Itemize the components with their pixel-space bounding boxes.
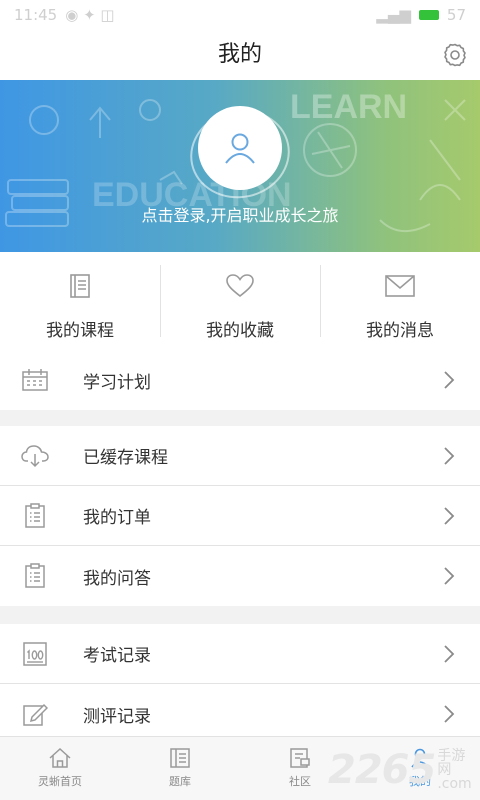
chevron-right-icon [444,447,455,465]
watermark-text: 手游网 .com [435,749,478,791]
calendar-icon [20,365,50,395]
menu-item-study-plan[interactable]: 学习计划 [0,350,480,410]
battery-icon [418,10,439,20]
chevron-right-icon [444,645,455,663]
watermark-number: 2265 [328,747,436,793]
menu-group-orders: 已缓存课程 我的订单 我的问答 [0,426,480,606]
envelope-icon [384,272,416,300]
menu-item-label: 我的问答 [83,568,151,589]
login-prompt[interactable]: 点击登录,开启职业成长之旅 [0,202,480,226]
score-100-icon [20,639,50,669]
watermark-sub2: .com [437,776,472,792]
notification-icons: ◉ ✦ ◫ [65,6,115,24]
page-header: 我的 [0,30,480,80]
tab-label: 社区 [289,775,311,788]
clipboard-list-icon [20,561,50,591]
quick-actions: 我的课程 我的收藏 我的消息 [0,252,480,350]
status-bar-left: 11:45 ◉ ✦ ◫ [14,6,115,24]
avatar[interactable] [198,106,282,190]
community-icon [290,748,310,768]
tab-label: 题库 [169,775,191,788]
my-favorites-label: 我的收藏 [206,321,274,341]
battery-level: 57 [446,6,466,24]
menu-group-plan: 学习计划 [0,350,480,410]
my-messages-label: 我的消息 [366,321,434,341]
status-bar: 11:45 ◉ ✦ ◫ ▂▄▆ 57 [0,0,480,30]
edit-note-icon [20,699,50,729]
status-time: 11:45 [14,6,58,24]
page-title: 我的 [217,42,262,67]
menu-item-label: 已缓存课程 [83,448,168,468]
heart-icon [225,272,255,300]
menu-item-assessment-records[interactable]: 测评记录 [0,684,480,744]
cloud-download-icon [20,441,50,471]
banner-decor-word-learn: LEARN [290,88,407,126]
gear-icon[interactable] [442,42,468,68]
my-favorites-button[interactable]: 我的收藏 [160,252,320,350]
menu-item-my-qa[interactable]: 我的问答 [0,546,480,606]
status-bar-right: ▂▄▆ 57 [376,6,466,24]
menu-group-records: 考试记录 测评记录 [0,624,480,744]
menu-item-label: 测评记录 [83,706,151,727]
my-courses-label: 我的课程 [46,321,114,341]
home-icon [49,747,71,768]
question-bank-icon [170,748,190,768]
menu-item-my-orders[interactable]: 我的订单 [0,486,480,546]
tab-home[interactable]: 灵蜥首页 [0,737,120,800]
tab-question-bank[interactable]: 题库 [120,737,240,800]
watermark-sub1: 手游网 [437,748,466,778]
user-icon [225,133,255,164]
menu-item-exam-records[interactable]: 考试记录 [0,624,480,684]
menu-item-label: 我的订单 [83,508,151,528]
menu-item-cached-courses[interactable]: 已缓存课程 [0,426,480,486]
my-courses-button[interactable]: 我的课程 [0,252,160,350]
chevron-right-icon [444,567,455,585]
login-banner[interactable]: LEARN EDUCATION 点击登录,开启职业成长之旅 [0,80,480,252]
chevron-right-icon [444,371,455,389]
menu-item-label: 考试记录 [83,646,151,666]
site-watermark: 2265 手游网 .com [328,744,478,796]
tab-label: 灵蜥首页 [38,775,82,788]
clipboard-list-icon [20,501,50,531]
menu-item-label: 学习计划 [83,372,151,393]
chevron-right-icon [444,705,455,723]
my-messages-button[interactable]: 我的消息 [320,252,480,350]
chevron-right-icon [444,507,455,525]
signal-icon: ▂▄▆ [376,6,411,24]
book-icon [66,272,94,300]
